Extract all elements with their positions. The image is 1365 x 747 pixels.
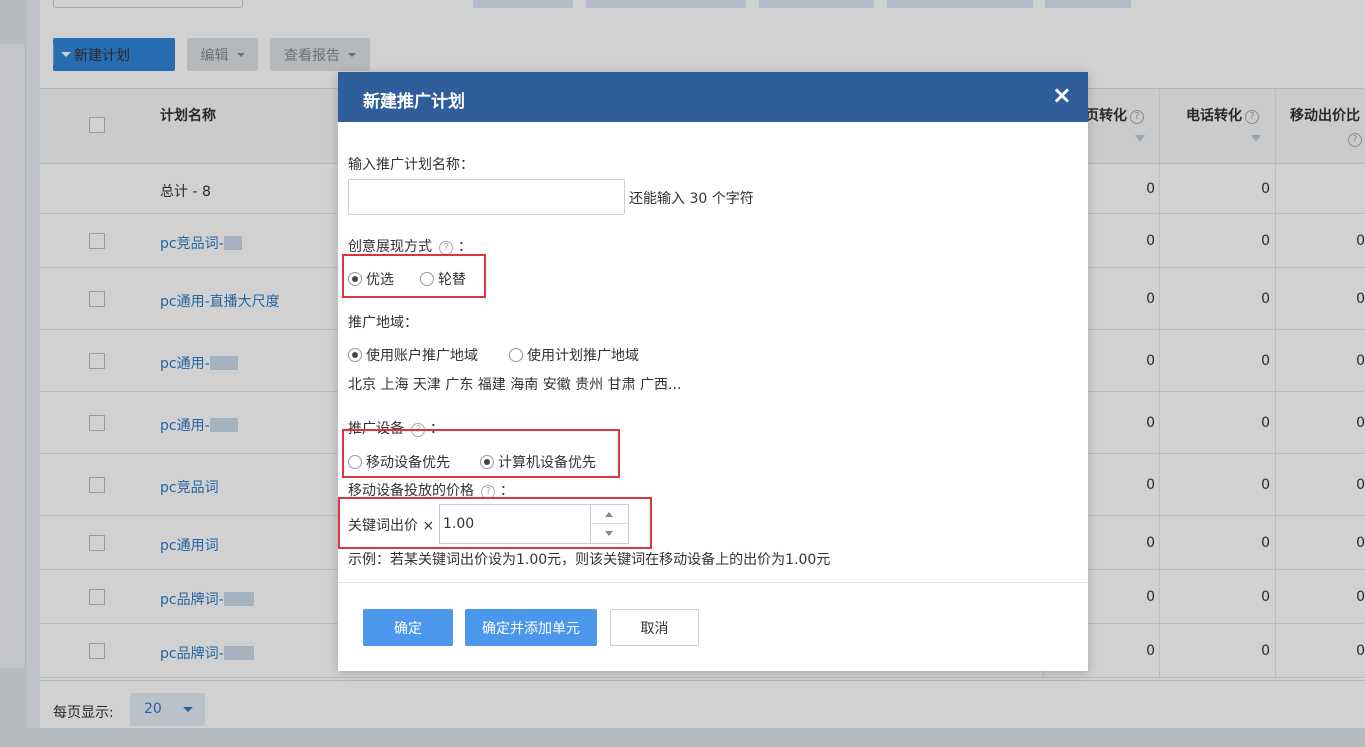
region-label: 推广地域： <box>348 315 418 331</box>
radio-icon <box>348 455 362 469</box>
plan-name-label: 输入推广计划名称： <box>348 157 474 173</box>
option-label: 计算机设备优先 <box>498 455 596 471</box>
creative-label: 创意展现方式 ? ： <box>348 236 472 256</box>
creative-option-rotate[interactable]: 轮替 <box>420 269 466 289</box>
option-label: 轮替 <box>438 272 466 288</box>
dialog-title: 新建推广计划 <box>363 92 465 112</box>
bid-stepper <box>590 505 628 543</box>
radio-selected-icon <box>348 348 362 362</box>
bid-multiplier-value: 1.00 <box>443 516 475 532</box>
option-label: 使用计划推广地域 <box>527 348 639 364</box>
confirm-add-unit-button[interactable]: 确定并添加单元 <box>465 609 597 646</box>
bid-multiplier-input[interactable]: 1.00 <box>439 504 629 544</box>
option-label: 移动设备优先 <box>366 455 450 471</box>
new-plan-dialog: 新建推广计划 × 输入推广计划名称： 还能输入 30 个字符 创意展现方式 ? … <box>338 72 1088 671</box>
device-option-computer[interactable]: 计算机设备优先 <box>480 452 596 472</box>
bid-label: 关键词出价 × <box>348 518 435 534</box>
plan-name-input[interactable] <box>348 179 625 215</box>
creative-option-preferred[interactable]: 优选 <box>348 269 394 289</box>
confirm-button[interactable]: 确定 <box>363 609 453 646</box>
region-list: 北京 上海 天津 广东 福建 海南 安徽 贵州 甘肃 广西... <box>348 377 682 393</box>
creative-label-text: 创意展现方式 <box>348 239 432 255</box>
region-option-account[interactable]: 使用账户推广地域 <box>348 345 478 365</box>
region-option-plan[interactable]: 使用计划推广地域 <box>509 345 639 365</box>
stepper-down-icon[interactable] <box>591 524 628 543</box>
radio-selected-icon <box>480 455 494 469</box>
name-char-hint: 还能输入 30 个字符 <box>629 191 754 207</box>
option-label: 优选 <box>366 272 394 288</box>
cancel-button[interactable]: 取消 <box>610 609 699 646</box>
radio-icon <box>420 272 434 286</box>
label-colon: ： <box>457 239 472 255</box>
radio-icon <box>509 348 523 362</box>
stepper-up-icon[interactable] <box>591 505 628 524</box>
close-icon[interactable]: × <box>1052 81 1072 109</box>
radio-selected-icon <box>348 272 362 286</box>
help-icon[interactable]: ? <box>439 241 454 255</box>
example-text: 示例：若某关键词出价设为1.00元，则该关键词在移动设备上的出价为1.00元 <box>348 552 831 568</box>
dialog-header: 新建推广计划 × <box>338 72 1088 122</box>
option-label: 使用账户推广地域 <box>366 348 478 364</box>
divider <box>338 582 1088 583</box>
device-option-mobile[interactable]: 移动设备优先 <box>348 452 450 472</box>
